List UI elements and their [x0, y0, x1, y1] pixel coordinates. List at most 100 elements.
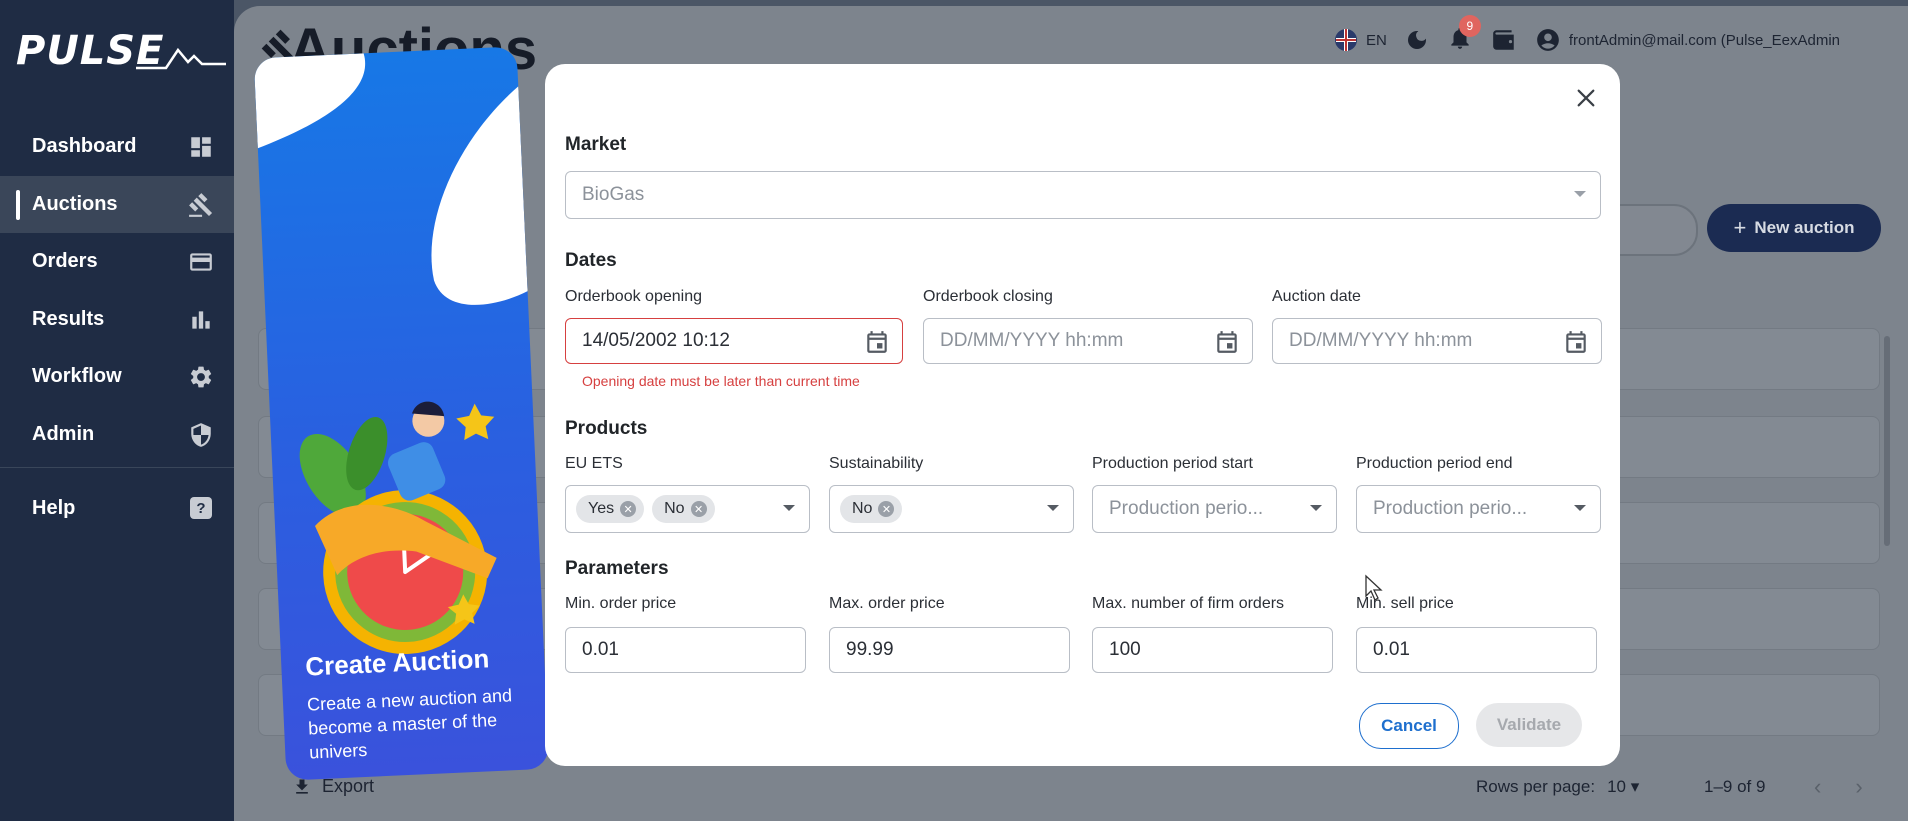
rows-per-page: Rows per page: 10 ▾ [1476, 777, 1639, 797]
min-sell-price-input[interactable]: 0.01 [1356, 627, 1597, 673]
calendar-icon[interactable] [1214, 329, 1240, 355]
create-auction-promo-card: Create Auction Create a new auction and … [253, 46, 550, 781]
credit-card-icon [190, 253, 212, 271]
language-code: EN [1366, 31, 1387, 49]
auction-date-label: Auction date [1272, 288, 1361, 305]
chip-no: No ✕ [652, 495, 715, 523]
min-order-price-input[interactable]: 0.01 [565, 627, 806, 673]
auction-date-placeholder: DD/MM/YYYY hh:mm [1289, 330, 1473, 351]
sidebar-item-label: Auctions [32, 192, 118, 215]
max-firm-orders-input[interactable]: 100 [1092, 627, 1333, 673]
remove-chip-icon[interactable]: ✕ [690, 501, 707, 517]
wallet-icon[interactable] [1491, 27, 1517, 53]
sidebar-item-results[interactable]: Results [0, 291, 234, 349]
gear-icon [190, 366, 212, 388]
chevron-down-icon [1574, 191, 1586, 197]
dashboard-icon [191, 137, 211, 157]
rows-per-page-value: 10 [1607, 777, 1626, 796]
close-icon [1577, 89, 1595, 107]
max-firm-orders-value: 100 [1109, 639, 1141, 660]
chip-no: No ✕ [840, 495, 903, 523]
top-bar: EN 9 frontAdmin@mail.com (Pulse_EexAdmin [1334, 14, 1840, 58]
sidebar-item-admin[interactable]: Admin [0, 406, 234, 464]
market-section-title: Market [565, 134, 627, 155]
eu-ets-label: EU ETS [565, 455, 623, 472]
notification-badge: 9 [1458, 14, 1481, 37]
chip-label: No [664, 500, 685, 517]
calendar-icon[interactable] [1563, 329, 1589, 355]
chip-label: No [852, 500, 873, 517]
orderbook-opening-label: Orderbook opening [565, 288, 702, 305]
calendar-icon[interactable] [864, 329, 890, 355]
sidebar-item-label: Results [32, 307, 105, 330]
plus-icon: + [1733, 215, 1747, 240]
sustainability-label: Sustainability [829, 455, 924, 472]
parameters-section-title: Parameters [565, 558, 669, 579]
cancel-button[interactable]: Cancel [1359, 703, 1459, 749]
new-auction-label: New auction [1754, 218, 1855, 237]
chevron-left-icon[interactable]: ‹ [1814, 774, 1821, 800]
sidebar-item-label: Orders [32, 250, 98, 273]
sidebar-item-label: Help [32, 497, 76, 520]
rows-per-page-select[interactable]: 10 ▾ [1607, 777, 1639, 797]
production-start-select[interactable]: Production perio... [1092, 485, 1337, 533]
sidebar-nav: Dashboard Auctions Orders Results Workfl… [0, 118, 234, 538]
chevron-right-icon[interactable]: › [1855, 774, 1862, 800]
orderbook-closing-label: Orderbook closing [923, 288, 1053, 305]
remove-chip-icon[interactable]: ✕ [620, 501, 637, 517]
sidebar-item-orders[interactable]: Orders [0, 233, 234, 291]
eu-ets-select[interactable]: Yes ✕ No ✕ [565, 485, 810, 533]
chevron-down-icon [1047, 505, 1059, 511]
new-auction-button[interactable]: + New auction [1707, 204, 1881, 252]
close-button[interactable] [1570, 82, 1602, 114]
account-icon [1537, 29, 1559, 51]
validate-button[interactable]: Validate [1476, 703, 1582, 747]
remove-chip-icon[interactable]: ✕ [878, 501, 895, 517]
max-order-price-value: 99.99 [846, 639, 894, 660]
sidebar: PULSE Dashboard Auctions Orders Results … [0, 0, 234, 821]
orderbook-closing-placeholder: DD/MM/YYYY hh:mm [940, 330, 1124, 351]
shield-icon [191, 422, 211, 447]
sidebar-item-workflow[interactable]: Workflow [0, 348, 234, 406]
pulse-logo[interactable]: PULSE [16, 28, 226, 74]
sidebar-item-help[interactable]: Help ? [0, 480, 234, 538]
production-end-label: Production period end [1356, 455, 1513, 472]
scrollbar[interactable] [1884, 336, 1890, 546]
export-label: Export [322, 776, 375, 796]
sidebar-item-label: Admin [32, 422, 95, 445]
gavel-icon [189, 192, 213, 217]
market-select[interactable]: BioGas [565, 171, 1601, 219]
notifications-button[interactable]: 9 [1447, 14, 1481, 56]
max-firm-orders-label: Max. number of firm orders [1092, 595, 1285, 612]
chip-yes: Yes ✕ [576, 495, 645, 523]
user-email: frontAdmin@mail.com (Pulse_EexAdmin [1568, 31, 1841, 49]
max-order-price-label: Max. order price [829, 595, 945, 612]
auction-date-input[interactable]: DD/MM/YYYY hh:mm [1272, 318, 1602, 364]
production-end-placeholder: Production perio... [1373, 498, 1528, 519]
orderbook-opening-input[interactable]: 14/05/2002 10:12 [565, 318, 903, 364]
production-start-label: Production period start [1092, 455, 1253, 472]
sustainability-select[interactable]: No ✕ [829, 485, 1074, 533]
chevron-down-icon [1574, 505, 1586, 511]
production-start-placeholder: Production perio... [1109, 498, 1264, 519]
user-menu[interactable]: frontAdmin@mail.com (Pulse_EexAdmin [1535, 27, 1840, 53]
market-value: BioGas [582, 184, 645, 205]
max-order-price-input[interactable]: 99.99 [829, 627, 1070, 673]
sidebar-item-label: Dashboard [32, 135, 137, 158]
orderbook-opening-value: 14/05/2002 10:12 [582, 330, 730, 351]
language-switcher[interactable]: EN [1334, 28, 1387, 52]
rows-per-page-label: Rows per page: [1476, 777, 1596, 796]
dates-section-title: Dates [565, 250, 617, 271]
mouse-cursor-icon [1365, 574, 1383, 601]
opening-date-error: Opening date must be later than current … [582, 373, 860, 389]
production-end-select[interactable]: Production perio... [1356, 485, 1601, 533]
products-section-title: Products [565, 418, 648, 439]
help-icon: ? [190, 497, 212, 519]
logo-mountain-icon [136, 47, 226, 70]
sidebar-item-dashboard[interactable]: Dashboard [0, 118, 234, 176]
sidebar-item-label: Workflow [32, 365, 122, 388]
moon-icon[interactable] [1405, 28, 1429, 52]
sidebar-item-auctions[interactable]: Auctions [0, 175, 234, 233]
chip-label: Yes [588, 500, 615, 517]
orderbook-closing-input[interactable]: DD/MM/YYYY hh:mm [923, 318, 1253, 364]
